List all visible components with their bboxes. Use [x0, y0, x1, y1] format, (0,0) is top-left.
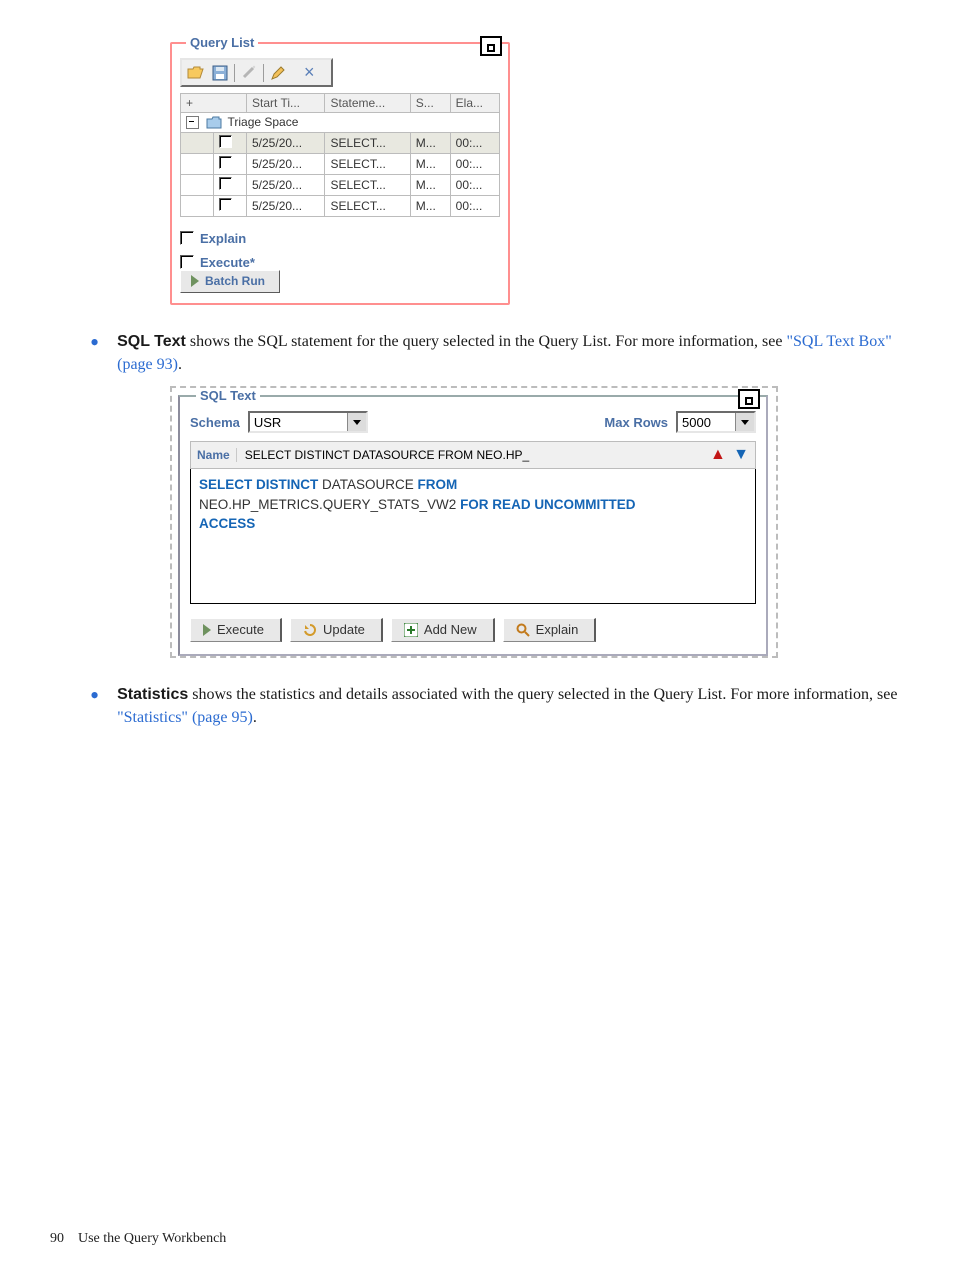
sql-text-title: SQL Text: [196, 388, 260, 403]
page-title: Use the Query Workbench: [78, 1231, 226, 1246]
sql-text-term: SQL Text: [117, 333, 186, 350]
name-header[interactable]: Name: [197, 448, 237, 462]
cell-s: M...: [410, 153, 450, 174]
table-row[interactable]: 5/25/20... SELECT... M... 00:...: [181, 132, 500, 153]
batch-run-button[interactable]: Batch Run: [180, 270, 280, 293]
row-checkbox[interactable]: [219, 135, 232, 148]
toolbar-separator: [234, 64, 235, 82]
schema-value: USR: [254, 415, 281, 430]
maxrows-select[interactable]: 5000: [676, 411, 756, 433]
refresh-icon: [303, 623, 317, 637]
close-x-icon[interactable]: ×: [292, 62, 327, 83]
maxrows-label: Max Rows: [604, 415, 668, 430]
name-row: Name SELECT DISTINCT DATASOURCE FROM NEO…: [190, 441, 756, 469]
sql-body[interactable]: SELECT DISTINCT DATASOURCE FROM NEO.HP_M…: [190, 469, 756, 604]
cell-start: 5/25/20...: [247, 132, 325, 153]
table-row[interactable]: 5/25/20... SELECT... M... 00:...: [181, 174, 500, 195]
cell-ela: 00:...: [450, 174, 499, 195]
query-list-toolbar: ×: [180, 58, 333, 87]
chevron-down-icon[interactable]: [347, 413, 366, 431]
maximize-icon[interactable]: [738, 389, 760, 409]
col-plus[interactable]: +: [181, 94, 247, 113]
execute-label[interactable]: Execute*: [200, 255, 255, 270]
magnifier-icon: [516, 623, 530, 637]
row-checkbox[interactable]: [219, 198, 232, 211]
plus-icon: [404, 623, 418, 637]
group-row-triage-space[interactable]: Triage Space: [181, 113, 500, 133]
cell-s: M...: [410, 174, 450, 195]
execute-checkbox[interactable]: [180, 255, 194, 269]
magic-wand-icon[interactable]: [239, 64, 259, 82]
group-label: Triage Space: [227, 115, 298, 129]
col-s[interactable]: S...: [410, 94, 450, 113]
table-row[interactable]: 5/25/20... SELECT... M... 00:...: [181, 153, 500, 174]
page-footer: 90 Use the Query Workbench: [50, 1231, 226, 1247]
cell-ela: 00:...: [450, 132, 499, 153]
paragraph-statistics: Statistics shows the statistics and deta…: [117, 683, 904, 729]
explain-button[interactable]: Explain: [503, 618, 597, 642]
cell-stmt: SELECT...: [325, 132, 410, 153]
row-checkbox[interactable]: [219, 156, 232, 169]
cell-ela: 00:...: [450, 153, 499, 174]
query-list-panel: Query List ×: [170, 35, 510, 305]
folder-icon: [206, 116, 222, 130]
paragraph-sql-text: SQL Text shows the SQL statement for the…: [117, 330, 904, 376]
maxrows-value: 5000: [682, 415, 711, 430]
pencil-icon[interactable]: [268, 64, 288, 82]
schema-select[interactable]: USR: [248, 411, 368, 433]
play-icon: [191, 275, 199, 287]
link-statistics[interactable]: "Statistics" (page 95): [117, 709, 253, 726]
col-start-time[interactable]: Start Ti...: [247, 94, 325, 113]
page-number: 90: [50, 1231, 64, 1246]
cell-start: 5/25/20...: [247, 195, 325, 216]
cell-stmt: SELECT...: [325, 195, 410, 216]
cell-start: 5/25/20...: [247, 153, 325, 174]
cell-stmt: SELECT...: [325, 174, 410, 195]
row-checkbox[interactable]: [219, 177, 232, 190]
cell-stmt: SELECT...: [325, 153, 410, 174]
cell-start: 5/25/20...: [247, 174, 325, 195]
play-icon: [203, 624, 211, 636]
query-list-footer: Explain Execute* Batch Run: [180, 231, 500, 293]
cell-s: M...: [410, 195, 450, 216]
query-list-title: Query List: [186, 35, 258, 50]
execute-button[interactable]: Execute: [190, 618, 282, 642]
table-row[interactable]: 5/25/20... SELECT... M... 00:...: [181, 195, 500, 216]
save-icon[interactable]: [210, 64, 230, 82]
expand-up-icon[interactable]: ▲: [710, 446, 726, 463]
col-statement[interactable]: Stateme...: [325, 94, 410, 113]
col-elapsed[interactable]: Ela...: [450, 94, 499, 113]
cell-ela: 00:...: [450, 195, 499, 216]
add-new-button[interactable]: Add New: [391, 618, 495, 642]
bullet-icon: •: [90, 689, 99, 703]
update-button[interactable]: Update: [290, 618, 383, 642]
chevron-down-icon[interactable]: [735, 413, 754, 431]
schema-label: Schema: [190, 415, 240, 430]
expand-down-icon[interactable]: ▼: [733, 446, 749, 463]
explain-label[interactable]: Explain: [200, 231, 246, 246]
maximize-icon[interactable]: [480, 36, 502, 56]
bullet-icon: •: [90, 336, 99, 350]
statistics-term: Statistics: [117, 686, 188, 703]
explain-checkbox[interactable]: [180, 231, 194, 245]
query-list-table: + Start Ti... Stateme... S... Ela...: [180, 93, 500, 217]
open-folder-icon[interactable]: [186, 64, 206, 82]
toolbar-separator: [263, 64, 264, 82]
batch-run-label: Batch Run: [205, 274, 265, 288]
cell-s: M...: [410, 132, 450, 153]
sql-text-panel: SQL Text Schema USR Max Rows 5000 Name S…: [178, 388, 768, 656]
name-value: SELECT DISTINCT DATASOURCE FROM NEO.HP_: [245, 448, 529, 462]
collapse-icon[interactable]: [186, 116, 199, 129]
table-header-row: + Start Ti... Stateme... S... Ela...: [181, 94, 500, 113]
